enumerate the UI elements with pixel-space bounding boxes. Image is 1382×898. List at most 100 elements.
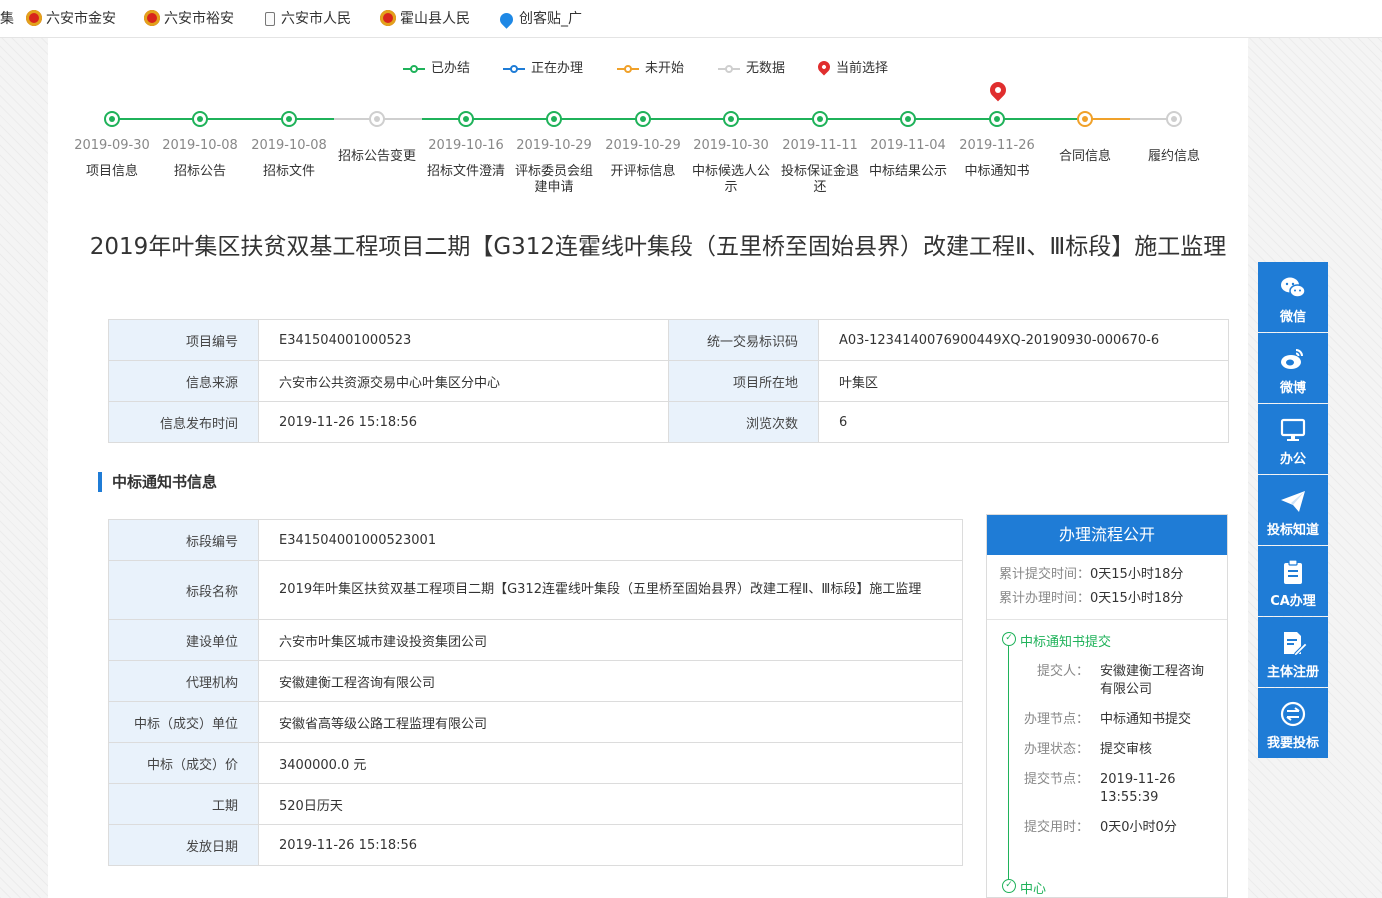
legend-label: 未开始 [645, 61, 685, 76]
section-title: 中标通知书信息 [98, 472, 217, 492]
monitor-icon [1280, 418, 1306, 441]
table-row: 标段编号 E341504001000523001 [108, 519, 963, 561]
step-node[interactable] [1166, 111, 1182, 127]
page-content: 已办结 正在办理 未开始 无数据 当前选择 2019-09-30 2019-10… [48, 38, 1248, 898]
sidebar-label: CA办理 [1270, 594, 1316, 609]
paper-plane-icon [1281, 491, 1305, 512]
flow-title: 办理流程公开 [987, 515, 1227, 555]
notice-label: 标段名称 [108, 560, 259, 620]
notice-label: 发放日期 [108, 824, 259, 866]
flow-field-value: 安徽建衡工程咨询有限公司 [1100, 664, 1205, 697]
step-node[interactable] [723, 111, 739, 127]
flow-field-key: 办理节点： [1023, 712, 1089, 727]
step-label[interactable]: 投标保证金退还 [780, 164, 860, 196]
step-node[interactable] [104, 111, 120, 127]
emblem-icon [380, 10, 396, 26]
weibo-icon [1281, 349, 1303, 369]
step-node[interactable] [369, 111, 385, 127]
bookmark-item[interactable]: 霍山县人民 [380, 0, 470, 38]
step-date: 2019-10-16 [428, 138, 504, 153]
notice-value: 安徽省高等级公路工程监理有限公司 [258, 701, 963, 743]
timeline-segment [112, 118, 334, 120]
step-node[interactable] [635, 111, 651, 127]
sidebar-bid-guide-button[interactable]: 投标知道 [1258, 475, 1328, 545]
trade-code-label: 统一交易标识码 [668, 319, 819, 361]
bookmark-item[interactable]: 六安市人民 [262, 0, 351, 38]
location-label: 项目所在地 [668, 360, 819, 402]
notice-value: E341504001000523001 [258, 519, 963, 561]
step-label[interactable]: 招标公告变更 [337, 149, 417, 165]
emblem-icon [144, 10, 160, 26]
notice-label: 代理机构 [108, 660, 259, 702]
total-handle-label: 累计办理时间： [999, 591, 1091, 606]
views-label: 浏览次数 [668, 401, 819, 443]
flow-field-key: 提交用时： [1023, 820, 1089, 835]
notice-value: 安徽建衡工程咨询有限公司 [258, 660, 963, 702]
step-label[interactable]: 履约信息 [1134, 149, 1214, 165]
total-submit-label: 累计提交时间： [999, 567, 1091, 582]
step-node[interactable] [458, 111, 474, 127]
legend-label: 无数据 [746, 61, 786, 76]
bookmark-label: 六安市裕安 [164, 11, 234, 27]
table-row: 代理机构 安徽建衡工程咨询有限公司 [108, 660, 963, 702]
project-code-value: E341504001000523 [258, 319, 669, 361]
step-label[interactable]: 合同信息 [1045, 149, 1125, 165]
step-node[interactable] [900, 111, 916, 127]
step-date: 2019-10-29 [516, 138, 592, 153]
flow-timeline: ✓ 中标通知书提交 提交人： 安徽建衡工程咨询有限公司 办理节点： 中标通知书提… [987, 620, 1227, 897]
total-handle-value: 0天15小时18分 [1090, 591, 1184, 606]
bookmarks-bar: 集 六安市金安 六安市裕安 六安市人民 霍山县人民 创客贴_广 [0, 0, 1382, 38]
step-label[interactable]: 中标结果公示 [868, 164, 948, 180]
bookmark-item[interactable]: 六安市金安 [26, 0, 116, 38]
process-flow-panel: 办理流程公开 累计提交时间：0天15小时18分 累计办理时间：0天15小时18分… [986, 514, 1228, 898]
emblem-icon [26, 10, 42, 26]
bookmark-item[interactable]: 集 [0, 0, 14, 38]
sidebar-weibo-button[interactable]: 微博 [1258, 333, 1328, 403]
current-location-pin-icon [986, 78, 1010, 102]
flow-field-value: 2019-11-26 13:55:39 [1100, 772, 1176, 805]
step-label[interactable]: 招标文件 [249, 164, 329, 180]
step-node[interactable] [812, 111, 828, 127]
table-row: 项目编号 E341504001000523 统一交易标识码 A03-123414… [108, 319, 1229, 361]
step-label[interactable]: 评标委员会组建申请 [514, 164, 594, 196]
sidebar-wechat-button[interactable]: 微信 [1258, 262, 1328, 332]
sidebar-register-button[interactable]: 主体注册 [1258, 617, 1328, 687]
sidebar-bid-button[interactable]: 我要投标 [1258, 688, 1328, 758]
sidebar-label: 我要投标 [1266, 736, 1319, 751]
flow-field-value: 中标通知书提交 [1100, 712, 1192, 727]
table-row: 标段名称 2019年叶集区扶贫双基工程项目二期【G312连霍线叶集段（五里桥至固… [108, 560, 963, 620]
check-circle-icon: ✓ [1002, 632, 1016, 646]
publish-time-value: 2019-11-26 15:18:56 [258, 401, 669, 443]
step-label[interactable]: 招标文件澄清 [426, 164, 506, 180]
bookmark-label: 创客贴_广 [519, 11, 582, 27]
flow-field-value: 0天0小时0分 [1100, 820, 1177, 835]
project-info-table: 项目编号 E341504001000523 统一交易标识码 A03-123414… [108, 319, 1229, 443]
bookmark-item[interactable]: 六安市裕安 [144, 0, 234, 38]
bookmark-label: 霍山县人民 [400, 11, 470, 27]
step-node-current[interactable] [989, 111, 1005, 127]
location-value: 叶集区 [818, 360, 1229, 402]
sidebar-office-button[interactable]: 办公 [1258, 404, 1328, 474]
step-node[interactable] [281, 111, 297, 127]
legend-current: 当前选择 [836, 60, 888, 78]
legend-label: 正在办理 [531, 61, 584, 76]
step-label[interactable]: 中标通知书 [957, 164, 1037, 180]
bookmark-item[interactable]: 创客贴_广 [497, 0, 582, 38]
table-row: 工期 520日历天 [108, 783, 963, 825]
step-label[interactable]: 招标公告 [160, 164, 240, 180]
check-circle-icon: ✓ [1002, 879, 1016, 893]
step-date: 2019-10-29 [605, 138, 681, 153]
sidebar-label: 主体注册 [1266, 665, 1319, 680]
sidebar-label: 办公 [1279, 452, 1306, 467]
step-node[interactable] [1077, 111, 1093, 127]
step-label[interactable]: 中标候选人公示 [691, 164, 771, 196]
step-node[interactable] [546, 111, 562, 127]
step-node[interactable] [192, 111, 208, 127]
sidebar-label: 微博 [1279, 381, 1306, 396]
sidebar-ca-button[interactable]: CA办理 [1258, 546, 1328, 616]
step-date: 2019-11-04 [870, 138, 946, 153]
document-icon [265, 12, 275, 26]
step-label[interactable]: 项目信息 [72, 164, 152, 180]
step-label[interactable]: 开评标信息 [603, 164, 683, 180]
page-title: 2019年叶集区扶贫双基工程项目二期【G312连霍线叶集段（五里桥至固始县界）改… [89, 234, 1227, 260]
